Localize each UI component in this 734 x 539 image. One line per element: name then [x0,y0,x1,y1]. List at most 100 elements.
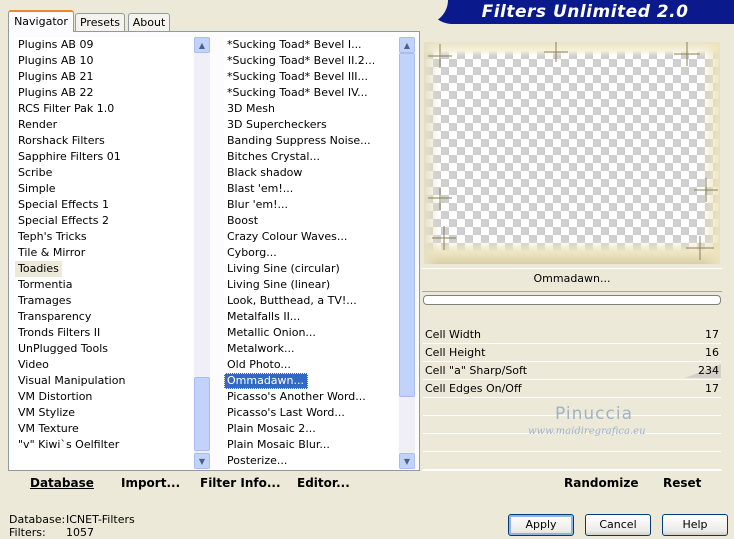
list-item[interactable]: Toadies [15,261,193,277]
apply-button[interactable]: Apply [508,514,574,536]
list-item[interactable]: Living Sine (linear) [224,277,398,293]
list-item-label: Cyborg... [227,246,277,259]
randomize-button[interactable]: Randomize [564,476,638,490]
list-item-label: Scribe [18,166,53,179]
list-item[interactable]: Sapphire Filters 01 [15,149,193,165]
list-item[interactable]: Rorshack Filters [15,133,193,149]
scroll-up-button[interactable]: ▲ [399,37,415,53]
list-item[interactable]: Posterize... [224,453,398,469]
slider-cell-height[interactable]: Cell Height 16 [423,344,721,362]
list-item[interactable]: Blast 'em!... [224,181,398,197]
chevron-down-icon: ▼ [198,457,206,466]
list-item[interactable]: Special Effects 2 [15,213,193,229]
list-item[interactable]: Transparency [15,309,193,325]
reset-button[interactable]: Reset [663,476,701,490]
scroll-down-button[interactable]: ▼ [194,453,210,469]
list-item[interactable]: *Sucking Toad* Bevel II.2... [224,53,398,69]
list-item[interactable]: Scribe [15,165,193,181]
tab-navigator[interactable]: Navigator [8,10,74,32]
list-item[interactable]: Tormentia [15,277,193,293]
category-scrollbar[interactable]: ▲ ▼ [194,37,210,469]
list-item[interactable]: 3D Supercheckers [224,117,398,133]
slider-cell-a-sharp-soft[interactable]: Cell "a" Sharp/Soft 234 [423,362,721,380]
list-item[interactable]: VM Stylize [15,405,193,421]
list-item[interactable]: Bitches Crystal... [224,149,398,165]
list-item[interactable]: *Sucking Toad* Bevel I... [224,37,398,53]
list-item[interactable]: Banding Suppress Noise... [224,133,398,149]
list-item[interactable]: Black shadow [224,165,398,181]
category-list[interactable]: Plugins AB 09 Plugins AB 10 Plugins AB 21 P… [15,37,193,469]
import-button[interactable]: Import... [121,474,180,492]
filter-scrollbar[interactable]: ▲ ▼ [399,37,415,469]
slider-cell-edges[interactable]: Cell Edges On/Off 17 [423,380,721,398]
list-item[interactable]: Picasso's Last Word... [224,405,398,421]
list-item[interactable]: Plugins AB 22 [15,85,193,101]
list-item[interactable]: Plugins AB 10 [15,53,193,69]
list-item[interactable]: Special Effects 1 [15,197,193,213]
list-item-label: Plugins AB 21 [18,70,94,83]
list-item[interactable]: Plugins AB 09 [15,37,193,53]
list-item[interactable]: Living Sine (circular) [224,261,398,277]
tab-presets[interactable]: Presets [75,13,125,31]
list-item[interactable]: Ommadawn... [224,373,398,389]
database-button[interactable]: Database [30,474,94,492]
list-item[interactable]: Picasso's Another Word... [224,389,398,405]
list-item[interactable]: Plain Mosaic Blur... [224,437,398,453]
list-item[interactable]: *Sucking Toad* Bevel IV... [224,85,398,101]
list-item-label: VM Distortion [18,390,93,403]
list-item[interactable]: Tramages [15,293,193,309]
list-item-label: Banding Suppress Noise... [227,134,371,147]
watermark-name: Pinuccia [555,404,633,424]
list-item-label: Special Effects 2 [18,214,110,227]
help-button[interactable]: Help [662,514,728,536]
list-item[interactable]: 3D Mesh [224,101,398,117]
scroll-down-button[interactable]: ▼ [399,453,415,469]
list-item[interactable]: RCS Filter Pak 1.0 [15,101,193,117]
tab-about[interactable]: About [128,13,170,31]
list-item[interactable]: *Sucking Toad* Bevel III... [224,69,398,85]
list-item[interactable]: Boost [224,213,398,229]
list-item-label: *Sucking Toad* Bevel II.2... [227,54,376,67]
filter-info-button[interactable]: Filter Info... [200,474,281,492]
list-item[interactable]: Crazy Colour Waves... [224,229,398,245]
list-item[interactable]: Render [15,117,193,133]
list-item-label: Bitches Crystal... [227,150,320,163]
list-item[interactable]: Tile & Mirror [15,245,193,261]
list-item[interactable]: VM Distortion [15,389,193,405]
slider-value: 17 [705,328,719,341]
scroll-thumb[interactable] [399,53,415,397]
list-item[interactable]: Blur 'em!... [224,197,398,213]
list-item-label: Tronds Filters II [18,326,101,339]
list-item-label: *Sucking Toad* Bevel III... [227,70,369,83]
list-item-label: Tormentia [18,278,73,291]
editor-button[interactable]: Editor... [297,474,350,492]
list-item-label: 3D Mesh [227,102,275,115]
list-item[interactable]: Old Photo... [224,357,398,373]
list-item[interactable]: Cyborg... [224,245,398,261]
app-title: Filters Unlimited 2.0 [481,2,689,22]
list-item[interactable]: Plugins AB 21 [15,69,193,85]
list-item-label: Special Effects 1 [18,198,110,211]
list-item[interactable]: "v" Kiwi`s Oelfilter [15,437,193,453]
list-item[interactable]: Teph's Tricks [15,229,193,245]
chevron-down-icon: ▼ [403,457,411,466]
list-item[interactable]: Metallic Onion... [224,325,398,341]
list-item[interactable]: Visual Manipulation [15,373,193,389]
list-item[interactable]: Metalfalls II... [224,309,398,325]
list-item[interactable]: Simple [15,181,193,197]
filter-list[interactable]: *Sucking Toad* Bevel I... *Sucking Toad* … [224,37,398,469]
cancel-button[interactable]: Cancel [585,514,651,536]
scroll-up-button[interactable]: ▲ [194,37,210,53]
list-item[interactable]: Metalwork... [224,341,398,357]
list-item-label: Living Sine (circular) [227,262,340,275]
scroll-thumb[interactable] [194,377,210,451]
list-item-label: *Sucking Toad* Bevel IV... [227,86,368,99]
list-item[interactable]: Look, Butthead, a TV!... [224,293,398,309]
list-item[interactable]: VM Texture [15,421,193,437]
list-item-label: Plugins AB 10 [18,54,94,67]
list-item[interactable]: Tronds Filters II [15,325,193,341]
list-item[interactable]: UnPlugged Tools [15,341,193,357]
list-item[interactable]: Video [15,357,193,373]
slider-cell-width[interactable]: Cell Width 17 [423,326,721,344]
list-item[interactable]: Plain Mosaic 2... [224,421,398,437]
